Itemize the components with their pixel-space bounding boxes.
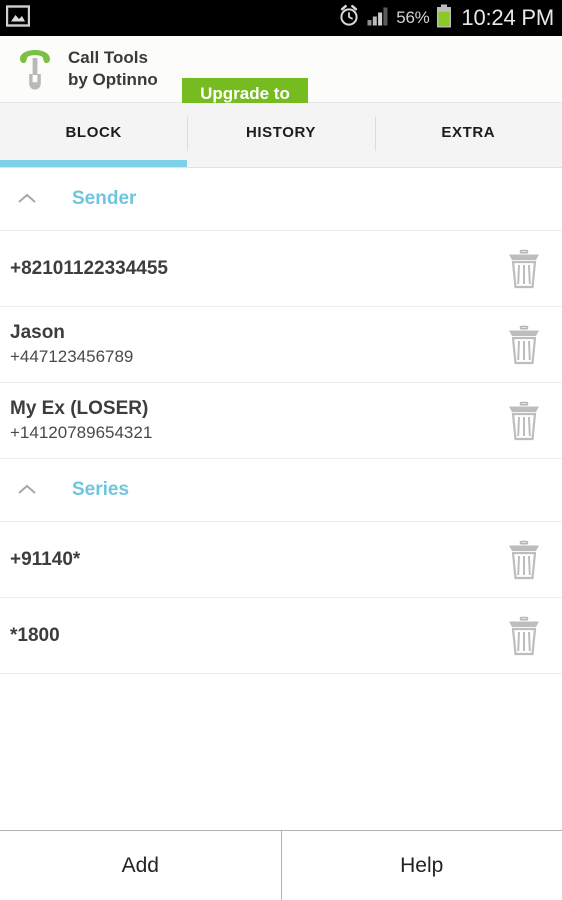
section-title-series: Series xyxy=(72,479,130,500)
row-title: +91140* xyxy=(10,548,81,570)
battery-icon xyxy=(436,4,452,33)
chevron-up-icon xyxy=(14,477,40,503)
app-title: Call Tools by Optinno xyxy=(68,48,158,89)
row-title: *1800 xyxy=(10,624,60,646)
add-button[interactable]: Add xyxy=(0,831,281,900)
trash-icon[interactable] xyxy=(504,538,544,582)
app-bar: Call Tools by Optinno Upgrade to Pro xyxy=(0,36,562,131)
tab-history[interactable]: HISTORY xyxy=(187,103,374,167)
help-button[interactable]: Help xyxy=(280,831,562,900)
tab-block[interactable]: BLOCK xyxy=(0,103,188,167)
status-bar: 56% 10:24 PM xyxy=(0,0,562,36)
block-list: Sender +82101122334455 Jason +4471234567… xyxy=(0,168,562,830)
trash-icon[interactable] xyxy=(504,323,544,367)
app-root: 56% 10:24 PM Call Tools by Optinno Upgra… xyxy=(0,0,562,900)
phone-wrench-logo-icon xyxy=(14,42,56,97)
alarm-clock-icon xyxy=(338,4,360,32)
row-title: +82101122334455 xyxy=(10,257,168,279)
row-title: Jason xyxy=(10,321,65,343)
table-row[interactable]: +91140* xyxy=(0,522,562,598)
battery-percent-label: 56% xyxy=(396,8,430,27)
table-row[interactable]: My Ex (LOSER) +14120789654321 xyxy=(0,383,562,459)
row-text: Jason +447123456789 xyxy=(10,321,504,369)
signal-bars-icon xyxy=(367,6,389,31)
section-header-sender[interactable]: Sender xyxy=(0,168,562,231)
table-row[interactable]: +82101122334455 xyxy=(0,231,562,307)
section-title-sender: Sender xyxy=(72,188,137,209)
tab-bar: BLOCK HISTORY EXTRA xyxy=(0,103,562,168)
image-icon xyxy=(5,4,31,32)
table-row[interactable]: Jason +447123456789 xyxy=(0,307,562,383)
tab-extra[interactable]: EXTRA xyxy=(374,103,562,167)
bottom-bar: Add Help xyxy=(0,830,562,900)
status-bar-notifications xyxy=(5,4,31,32)
row-text: My Ex (LOSER) +14120789654321 xyxy=(10,397,504,445)
trash-icon[interactable] xyxy=(504,399,544,443)
row-title: My Ex (LOSER) xyxy=(10,397,149,419)
chevron-up-icon xyxy=(14,186,40,212)
table-row[interactable]: *1800 xyxy=(0,598,562,674)
brand: Call Tools by Optinno xyxy=(14,42,158,97)
status-bar-icons: 56% 10:24 PM xyxy=(338,4,554,33)
status-bar-clock: 10:24 PM xyxy=(461,5,554,30)
trash-icon[interactable] xyxy=(504,614,544,658)
section-header-series[interactable]: Series xyxy=(0,459,562,522)
row-subtitle: +447123456789 xyxy=(10,347,134,367)
row-text: +82101122334455 xyxy=(10,257,504,281)
trash-icon[interactable] xyxy=(504,247,544,291)
row-text: *1800 xyxy=(10,624,504,648)
row-text: +91140* xyxy=(10,548,504,572)
row-subtitle: +14120789654321 xyxy=(10,423,153,443)
